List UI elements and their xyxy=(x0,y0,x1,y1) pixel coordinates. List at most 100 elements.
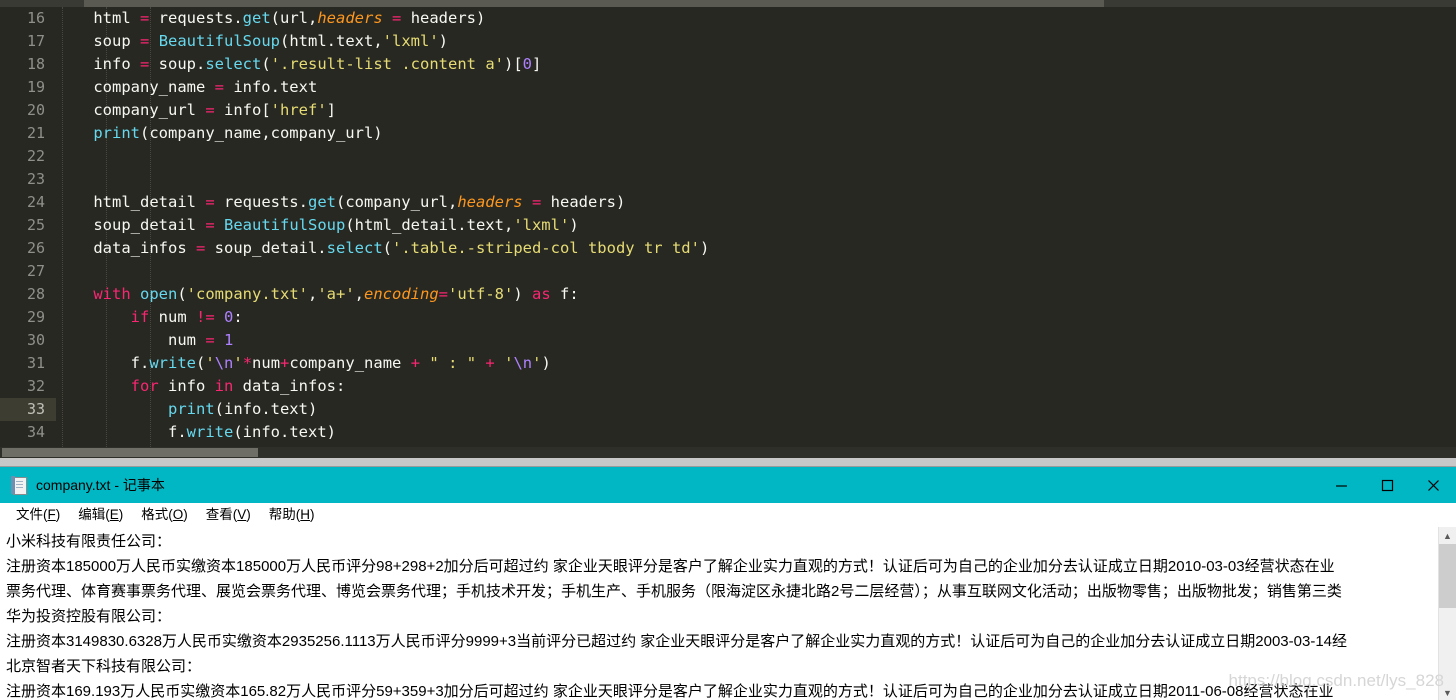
code-line[interactable]: f.write(info.text) xyxy=(56,421,1456,444)
code-token: = xyxy=(205,193,215,211)
minimize-button[interactable] xyxy=(1318,467,1364,503)
code-token: 0 xyxy=(224,308,234,326)
line-number-gutter: 16 17 18 19 20 21 22 23 24 25 26 27 28 29 30 31 32 33 34 xyxy=(0,7,56,447)
line-number: 22 xyxy=(26,147,45,165)
code-token: ) xyxy=(513,285,533,303)
code-token: (html_detail.text, xyxy=(345,216,514,234)
menu-item-5[interactable]: 帮助(H) xyxy=(260,503,324,527)
code-token: num xyxy=(56,331,206,349)
code-line[interactable] xyxy=(56,145,1456,168)
code-editor[interactable]: 16 17 18 19 20 21 22 23 24 25 26 27 28 29 30 31 32 33 34 h… xyxy=(0,0,1456,466)
code-line[interactable]: soup_detail = BeautifulSoup(html_detail.… xyxy=(56,214,1456,237)
code-token: )[ xyxy=(503,55,523,73)
line-number: 23 xyxy=(26,170,45,188)
code-token: 'company.txt' xyxy=(186,285,308,303)
code-token: + xyxy=(410,354,421,372)
code-token: headers) xyxy=(541,193,626,211)
code-area[interactable]: 16 17 18 19 20 21 22 23 24 25 26 27 28 29 30 31 32 33 34 h… xyxy=(0,7,1456,447)
menu-item-1[interactable]: 文件(F) xyxy=(7,503,69,527)
code-token: for xyxy=(130,377,159,395)
line-number: 18 xyxy=(26,55,45,73)
code-token: + xyxy=(280,354,290,372)
code-line[interactable]: company_name = info.text xyxy=(56,76,1456,99)
code-line[interactable]: data_infos = soup_detail.select('.table.… xyxy=(56,237,1456,260)
code-token: soup_detail. xyxy=(205,239,327,257)
code-token: = xyxy=(214,78,224,96)
maximize-button[interactable] xyxy=(1364,467,1410,503)
line-number: 27 xyxy=(26,262,45,280)
notepad-window: company.txt - 记事本 文件(F) 编辑(E) 格式(O) 查看(V) 帮助… xyxy=(0,466,1456,700)
window-title: company.txt - 记事本 xyxy=(36,477,165,493)
code-token: soup xyxy=(93,32,131,50)
code-line[interactable]: f.write('\n'*num+company_name + " : " + … xyxy=(56,352,1456,375)
line-number: 17 xyxy=(26,32,45,50)
scrollbar-thumb[interactable] xyxy=(2,448,258,457)
notepad-vertical-scrollbar[interactable]: ▲ ▼ xyxy=(1438,527,1456,700)
code-token: = xyxy=(205,101,215,119)
code-line[interactable]: if num != 0: xyxy=(56,306,1456,329)
code-token: company_name xyxy=(289,354,411,372)
code-line[interactable]: with open('company.txt','a+',encoding='u… xyxy=(56,283,1456,306)
line-number: 32 xyxy=(26,377,45,395)
editor-horizontal-scrollbar-top[interactable] xyxy=(0,0,1456,7)
notepad-text-area[interactable]: 小米科技有限责任公司： 注册资本185000万人民币实缴资本185000万人民币评… xyxy=(0,527,1456,700)
code-token: num xyxy=(149,308,196,326)
code-line[interactable]: print(info.text) xyxy=(56,398,1456,421)
code-line[interactable]: for info in data_infos: xyxy=(56,375,1456,398)
code-token: open xyxy=(140,285,178,303)
scrollbar-thumb[interactable] xyxy=(84,0,1104,7)
code-line[interactable] xyxy=(56,260,1456,283)
code-token: , xyxy=(354,285,365,303)
screen-root: 16 17 18 19 20 21 22 23 24 25 26 27 28 29 30 31 32 33 34 h… xyxy=(0,0,1456,700)
code-token: select xyxy=(205,55,262,73)
close-button[interactable] xyxy=(1410,467,1456,503)
code-line[interactable]: soup = BeautifulSoup(html.text,'lxml') xyxy=(56,30,1456,53)
scrollbar-thumb[interactable] xyxy=(1439,544,1456,608)
code-token: ) xyxy=(438,32,449,50)
code-token: info xyxy=(158,377,215,395)
code-token: = xyxy=(531,193,542,211)
code-line[interactable]: num = 1 xyxy=(56,329,1456,352)
code-token: requests. xyxy=(214,193,308,211)
menu-item-3[interactable]: 格式(O) xyxy=(132,503,197,527)
scroll-up-arrow-icon[interactable]: ▲ xyxy=(1439,527,1456,544)
code-line[interactable]: company_url = info['href'] xyxy=(56,99,1456,122)
code-token: data_infos xyxy=(56,239,196,257)
code-token: 0 xyxy=(522,55,532,73)
code-token: = xyxy=(205,216,215,234)
menu-item-2[interactable]: 编辑(E) xyxy=(69,503,132,527)
menu-item-4[interactable]: 查看(V) xyxy=(197,503,260,527)
code-token: ) xyxy=(569,216,579,234)
editor-horizontal-scrollbar-bottom[interactable] xyxy=(0,447,1456,458)
line-number: 16 xyxy=(26,9,45,27)
code-token: info xyxy=(93,55,131,73)
scroll-down-arrow-icon[interactable]: ▼ xyxy=(1439,684,1456,700)
code-token: select xyxy=(326,239,383,257)
code-line[interactable]: info = soup.select('.result-list .conten… xyxy=(56,53,1456,76)
code-line[interactable]: print(company_name,company_url) xyxy=(56,122,1456,145)
code-text-region[interactable]: html = requests.get(url,headers = header… xyxy=(56,7,1456,447)
code-token: get xyxy=(307,193,336,211)
code-token: '.table.-striped-col tbody tr td' xyxy=(392,239,700,257)
code-line[interactable]: html = requests.get(url,headers = header… xyxy=(56,7,1456,30)
notepad-content[interactable]: 小米科技有限责任公司： 注册资本185000万人民币实缴资本185000万人民币评… xyxy=(6,529,1439,700)
code-line[interactable] xyxy=(56,168,1456,191)
code-token: (html.text, xyxy=(280,32,383,50)
code-token: (info.text) xyxy=(233,423,336,441)
code-token: = xyxy=(140,9,150,27)
code-token: != xyxy=(196,308,215,326)
code-token: (url, xyxy=(270,9,318,27)
code-line[interactable]: html_detail = requests.get(company_url,h… xyxy=(56,191,1456,214)
notepad-title-bar[interactable]: company.txt - 记事本 xyxy=(0,467,1456,503)
